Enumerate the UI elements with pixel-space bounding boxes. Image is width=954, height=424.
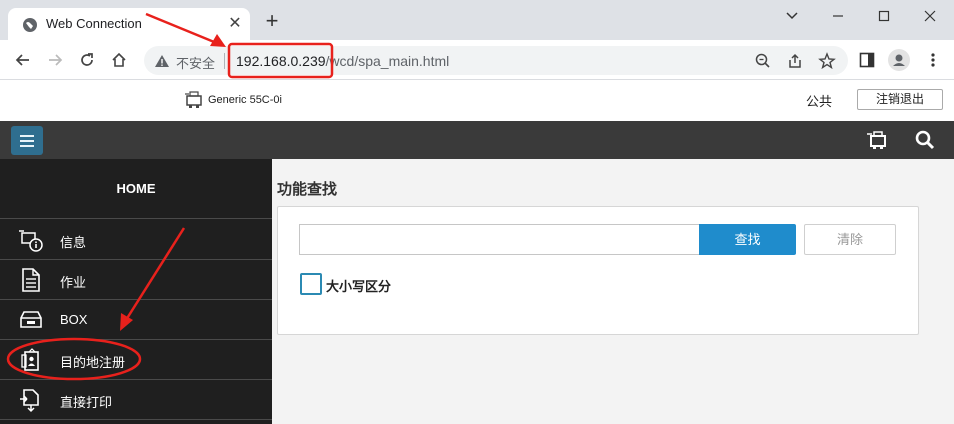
url-path: /wcd/spa_main.html [325, 53, 450, 69]
direct-print-icon [20, 389, 39, 413]
tab-title: Web Connection [46, 16, 142, 31]
tab-close-icon[interactable]: ✕ [226, 15, 244, 33]
logout-button[interactable]: 注销退出 [857, 89, 943, 110]
function-search-input[interactable] [299, 224, 699, 255]
user-mode-label: 公共 [806, 94, 833, 109]
page-header: Generic 55C-0i 公共 注销退出 [0, 80, 954, 121]
warning-triangle-icon[interactable] [154, 53, 170, 69]
back-arrow-icon[interactable] [14, 51, 32, 69]
sidebar-item-label: 直接打印 [60, 395, 113, 410]
search-button[interactable]: 查找 [699, 224, 796, 255]
search-icon[interactable] [914, 129, 936, 151]
page-title: 功能查找 [277, 181, 338, 198]
zoom-icon[interactable] [754, 52, 772, 70]
case-sensitive-checkbox[interactable] [300, 273, 322, 295]
close-window-icon[interactable] [918, 6, 942, 26]
sidebar-item-label: BOX [60, 312, 88, 327]
hamburger-menu-button[interactable] [11, 126, 43, 155]
document-icon [22, 268, 40, 292]
not-secure-label[interactable]: 不安全 [176, 53, 215, 72]
printer-icon [185, 91, 202, 108]
sidebar-item-destination-registration[interactable]: 目的地注册 [0, 340, 272, 380]
browser-tab-strip: Web Connection ✕ + [0, 0, 954, 40]
minimize-icon[interactable] [826, 6, 850, 26]
bookmark-star-icon[interactable] [818, 52, 836, 70]
sidebar-item-label: 目的地注册 [60, 355, 126, 370]
box-tray-icon [20, 311, 42, 328]
tab-search-chevron-icon[interactable] [780, 6, 804, 26]
forward-arrow-icon[interactable] [46, 51, 64, 69]
address-book-icon [21, 348, 39, 371]
browser-tab[interactable]: Web Connection ✕ [8, 8, 250, 40]
sidebar-item-direct-print[interactable]: 直接打印 [0, 380, 272, 420]
printer-status-icon[interactable] [866, 129, 890, 151]
profile-avatar[interactable] [888, 49, 910, 71]
main-content: 功能查找 查找 清除 大小写区分 [272, 159, 954, 424]
maximize-icon[interactable] [872, 6, 896, 26]
function-search-panel: 查找 清除 大小写区分 [277, 206, 919, 335]
sidebar-home[interactable]: HOME [0, 159, 272, 219]
sidebar-item-box[interactable]: BOX [0, 300, 272, 340]
reload-icon[interactable] [78, 51, 96, 69]
case-sensitive-label: 大小写区分 [326, 279, 392, 294]
device-info: Generic 55C-0i [184, 90, 282, 113]
device-name: Generic 55C-0i [208, 94, 282, 106]
home-icon[interactable] [110, 51, 128, 69]
clear-button[interactable]: 清除 [804, 224, 896, 255]
sidebar: HOME 信息 作业 BOX 目的地注册 直接打印 [0, 159, 272, 424]
browser-toolbar: 不安全 192.168.0.239/wcd/spa_main.html [0, 40, 954, 80]
url-host: 192.168.0.239 [236, 53, 326, 69]
top-nav-bar [0, 121, 954, 159]
address-bar[interactable]: 不安全 192.168.0.239/wcd/spa_main.html [144, 46, 848, 75]
sidebar-item-label: 信息 [60, 235, 87, 250]
new-tab-button[interactable]: + [262, 10, 282, 32]
globe-icon [23, 18, 37, 32]
sidebar-item-info[interactable]: 信息 [0, 220, 272, 260]
side-panel-icon[interactable] [858, 51, 876, 69]
info-printer-icon [19, 230, 43, 252]
sidebar-item-job[interactable]: 作业 [0, 260, 272, 300]
url-text[interactable]: 192.168.0.239/wcd/spa_main.html [236, 53, 449, 69]
address-separator [224, 53, 225, 69]
kebab-menu-icon[interactable] [924, 51, 942, 69]
share-icon[interactable] [786, 52, 804, 70]
sidebar-item-label: 作业 [60, 275, 87, 290]
person-icon [893, 54, 905, 66]
